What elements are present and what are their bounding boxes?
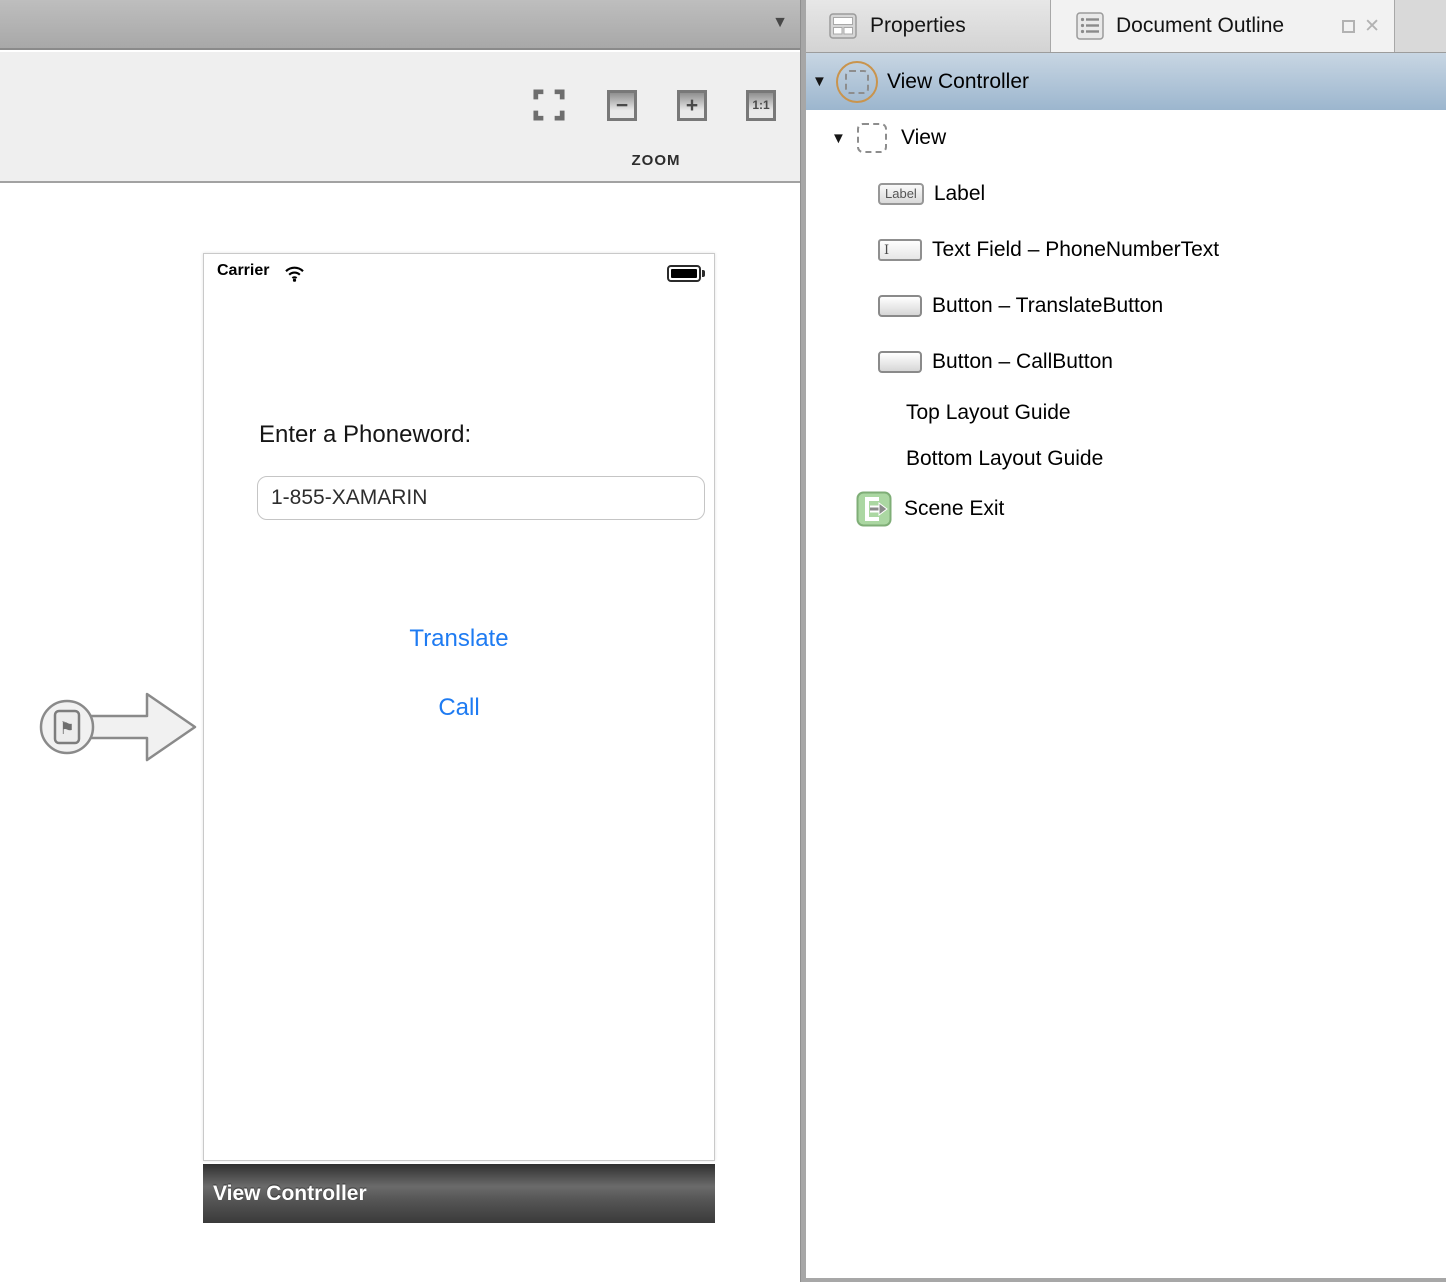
plus-icon: + — [677, 90, 707, 121]
phoneword-prompt-label[interactable]: Enter a Phoneword: — [259, 421, 471, 449]
minus-icon: − — [607, 90, 637, 121]
outline-item-label: View Controller — [887, 70, 1029, 94]
outline-row-button-translatebutton[interactable]: Button – TranslateButton — [806, 278, 1446, 334]
zoom-toolbar: − + 1:1 ZOOM — [0, 52, 800, 183]
zoom-actual-size-button[interactable]: 1:1 — [745, 89, 777, 121]
outline-item-label: Button – CallButton — [932, 350, 1113, 374]
tab-bar-filler — [1395, 0, 1446, 52]
wifi-icon — [284, 265, 305, 282]
outline-tree: ▼ View Controller ▼ View Label Label I Text Fie… — [806, 53, 1446, 536]
outline-row-scene-exit[interactable]: Scene Exit — [806, 482, 1446, 536]
outline-item-label: Bottom Layout Guide — [906, 447, 1103, 471]
tab-properties-label: Properties — [870, 14, 966, 38]
outline-row-button-callbutton[interactable]: Button – CallButton — [806, 334, 1446, 390]
one-to-one-icon: 1:1 — [746, 90, 776, 121]
button-icon — [878, 351, 922, 373]
fit-corners-icon — [533, 88, 565, 122]
outline-row-top-layout-guide[interactable]: Top Layout Guide — [806, 390, 1446, 436]
outline-row-bottom-layout-guide[interactable]: Bottom Layout Guide — [806, 436, 1446, 482]
panel-bottom-border — [806, 1278, 1446, 1282]
tab-document-outline-label: Document Outline — [1116, 14, 1284, 38]
surface-header-bar: ▼ — [0, 0, 800, 50]
view-controller-title: View Controller — [203, 1182, 367, 1206]
outline-item-label: View — [901, 126, 946, 150]
scene-exit-icon — [856, 491, 892, 527]
xamarin-ios-designer: ▼ − + 1:1 ZOOM — [0, 0, 1446, 1282]
view-icon — [857, 123, 887, 153]
chevron-down-icon[interactable]: ▼ — [772, 14, 788, 32]
battery-icon — [667, 265, 705, 282]
view-controller-canvas[interactable]: Carrier Enter a Phoneword: 1-855-XAMARIN… — [203, 253, 715, 1223]
tab-properties[interactable]: Properties — [806, 0, 1051, 52]
carrier-label: Carrier — [217, 262, 269, 280]
document-outline-panel: Properties Document Outline ✕ — [806, 0, 1446, 1282]
svg-text:⚑: ⚑ — [59, 719, 74, 739]
outline-item-label: Button – TranslateButton — [932, 294, 1163, 318]
outline-row-text-field-phonenumbertext[interactable]: I Text Field – PhoneNumberText — [806, 222, 1446, 278]
outline-row-view-controller[interactable]: ▼ View Controller — [806, 53, 1446, 110]
zoom-toolbar-label: ZOOM — [596, 152, 716, 169]
outline-item-label: Text Field – PhoneNumberText — [932, 238, 1219, 262]
call-button[interactable]: Call — [204, 694, 714, 722]
panel-tab-bar: Properties Document Outline ✕ — [806, 0, 1446, 53]
view-controller-title-bar[interactable]: View Controller — [203, 1164, 715, 1223]
outline-item-label: Top Layout Guide — [906, 401, 1071, 425]
tab-document-outline[interactable]: Document Outline ✕ — [1051, 0, 1395, 52]
properties-icon — [828, 11, 858, 41]
dashed-view-icon — [845, 70, 869, 94]
disclosure-triangle-icon[interactable]: ▼ — [812, 73, 830, 90]
disclosure-triangle-icon[interactable]: ▼ — [831, 130, 849, 147]
button-icon — [878, 295, 922, 317]
view-controller-icon — [836, 61, 878, 103]
translate-button[interactable]: Translate — [204, 625, 714, 653]
phone-screen[interactable]: Carrier Enter a Phoneword: 1-855-XAMARIN… — [203, 253, 715, 1161]
outline-item-label: Scene Exit — [904, 497, 1004, 521]
zoom-fit-button[interactable] — [533, 89, 565, 121]
outline-item-label: Label — [934, 182, 985, 206]
text-field-icon: I — [878, 239, 922, 261]
label-icon: Label — [878, 183, 924, 205]
zoom-out-button[interactable]: − — [606, 89, 638, 121]
outline-row-view[interactable]: ▼ View — [806, 110, 1446, 166]
outline-list-icon — [1075, 11, 1105, 41]
close-icon[interactable]: ✕ — [1364, 17, 1380, 36]
zoom-in-button[interactable]: + — [676, 89, 708, 121]
phone-number-textfield[interactable]: 1-855-XAMARIN — [257, 476, 705, 520]
design-surface: ▼ − + 1:1 ZOOM — [0, 0, 800, 1282]
outline-row-label[interactable]: Label Label — [806, 166, 1446, 222]
float-panel-icon[interactable] — [1342, 20, 1355, 33]
storyboard-entry-arrow[interactable]: ⚑ — [38, 669, 200, 785]
